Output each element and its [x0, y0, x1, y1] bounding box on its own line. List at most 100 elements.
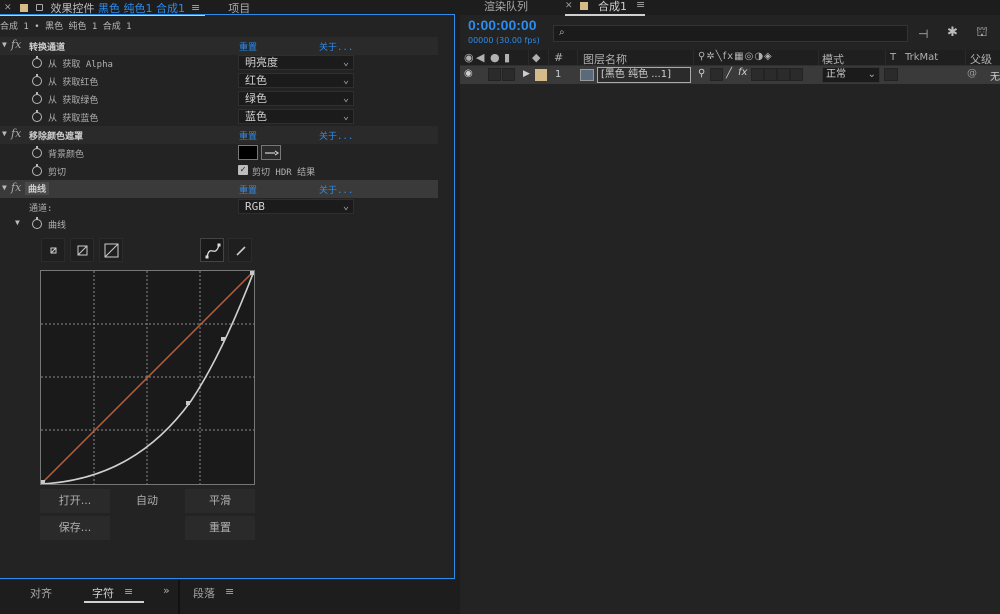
eyedropper-button[interactable] — [261, 145, 281, 160]
curves-graph-canvas[interactable] — [40, 270, 255, 485]
shy-layers-icon[interactable]: ⛫ — [976, 25, 988, 42]
parent-pickwhip-icon[interactable]: @ — [967, 68, 977, 79]
save-button[interactable]: 保存... — [40, 516, 110, 540]
curves-graph[interactable] — [40, 270, 255, 485]
stopwatch-icon[interactable] — [32, 74, 42, 86]
tab-character[interactable]: 字符 — [92, 585, 114, 601]
alpha-source-dropdown[interactable]: 明亮度 ⌄ — [238, 55, 354, 70]
tab-effect-controls[interactable]: ✕ 效果控件 黑色 纯色1 合成1 ≡ — [0, 0, 204, 15]
layer-row[interactable]: ◉ ▶ 1 [黑色 纯色 ...1] ⚲ ╱ fx 正常 ⌄ @ 无 — [460, 66, 1000, 84]
reset-curve-button[interactable]: 重置 — [185, 516, 255, 540]
panel-menu-icon[interactable]: ≡ — [124, 585, 133, 598]
stopwatch-icon[interactable] — [32, 164, 42, 176]
quality-icon[interactable]: ╱ — [726, 68, 732, 79]
shy-switch-icon[interactable]: ⚲ — [698, 68, 705, 79]
adjustment-switch[interactable] — [777, 68, 790, 81]
reset-link[interactable]: 重置 — [239, 40, 257, 53]
tab-composition[interactable]: 合成1 — [598, 0, 627, 14]
panel-menu-icon[interactable]: ≡ — [636, 0, 645, 11]
stopwatch-icon[interactable] — [32, 146, 42, 158]
motion-blur-switch[interactable] — [764, 68, 777, 81]
auto-button[interactable]: 自动 — [112, 489, 182, 513]
reset-link[interactable]: 重置 — [239, 183, 257, 196]
parent-value[interactable]: 无 — [990, 68, 1000, 83]
fx-icon[interactable]: fx — [11, 181, 21, 194]
panel-menu-icon[interactable]: ≡ — [225, 585, 234, 598]
eye-icon[interactable]: ◉ — [464, 68, 473, 79]
collapse-triangle-icon[interactable]: ▼ — [2, 183, 7, 192]
pencil-icon — [236, 246, 246, 256]
collapse-switch[interactable] — [710, 68, 723, 81]
graph-size-large-button[interactable] — [99, 238, 123, 262]
expand-arrows-icon[interactable]: » — [163, 584, 170, 597]
fx-icon[interactable]: fx — [11, 38, 21, 51]
property-label: 曲线 — [48, 221, 67, 231]
layer-name-field[interactable]: [黑色 纯色 ...1] — [597, 67, 691, 83]
collapse-triangle-icon[interactable]: ▼ — [2, 40, 7, 49]
layer-name-header[interactable]: 图层名称 — [583, 51, 627, 67]
reset-link[interactable]: 重置 — [239, 129, 257, 142]
tab-project[interactable]: 项目 — [224, 0, 254, 15]
clip-hdr-checkbox[interactable]: ✓ — [238, 165, 248, 175]
lock-icon[interactable] — [35, 4, 43, 11]
stopwatch-icon[interactable] — [32, 217, 42, 229]
about-link[interactable]: 关于... — [319, 129, 353, 142]
solo-icon[interactable]: ● — [490, 51, 500, 64]
red-source-dropdown[interactable]: 红色 ⌄ — [238, 73, 354, 88]
close-icon[interactable]: ✕ — [4, 3, 12, 13]
active-tab-underline — [0, 14, 205, 16]
graph-size-medium-button[interactable] — [70, 238, 94, 262]
lock-switch[interactable] — [502, 68, 515, 81]
channel-dropdown[interactable]: RGB ⌄ — [238, 199, 354, 214]
layer-label-color[interactable] — [535, 69, 547, 81]
collapse-triangle-icon[interactable]: ▼ — [2, 129, 7, 138]
curve-endpoint[interactable] — [41, 480, 45, 484]
draft-3d-icon[interactable]: ✱ — [947, 25, 958, 40]
video-visibility-icon[interactable]: ◉ — [464, 51, 474, 64]
close-icon[interactable]: ✕ — [565, 1, 573, 11]
about-link[interactable]: 关于... — [319, 183, 353, 196]
tab-paragraph[interactable]: 段落 — [193, 585, 215, 601]
green-source-dropdown[interactable]: 绿色 ⌄ — [238, 91, 354, 106]
layer-search-input[interactable]: ⌕ — [553, 25, 908, 42]
preserve-transparency-switch[interactable] — [884, 68, 898, 81]
label-tag-icon[interactable]: ◆ — [532, 51, 540, 64]
current-timecode[interactable]: 0:00:00:00 — [468, 17, 537, 33]
trkmat-header: TrkMat — [905, 52, 939, 63]
mode-header: 模式 — [822, 53, 844, 66]
curve-endpoint[interactable] — [250, 271, 254, 275]
tab-align[interactable]: 对齐 — [30, 585, 52, 601]
smooth-button[interactable]: 平滑 — [185, 489, 255, 513]
effect-header-curves[interactable]: ▼ fx 曲线 重置 关于... — [0, 180, 438, 198]
collapse-triangle-icon[interactable]: ▼ — [15, 218, 20, 227]
bezier-tool-button[interactable] — [200, 238, 224, 262]
property-row: 从 获取红色 红色 ⌄ — [0, 72, 438, 90]
background-color-swatch[interactable] — [238, 145, 258, 160]
frame-blend-switch[interactable] — [751, 68, 764, 81]
blend-mode-dropdown[interactable]: 正常 ⌄ — [822, 67, 880, 83]
effect-header-channel-convert[interactable]: ▼ fx 转换通道 重置 关于... — [0, 37, 438, 55]
expand-triangle-icon[interactable]: ▶ — [523, 69, 530, 79]
stopwatch-icon[interactable] — [32, 110, 42, 122]
stopwatch-icon[interactable] — [32, 92, 42, 104]
blue-source-dropdown[interactable]: 蓝色 ⌄ — [238, 109, 354, 124]
stopwatch-icon[interactable] — [32, 56, 42, 68]
graph-size-small-button[interactable] — [41, 238, 65, 262]
lock-icon[interactable]: ▮ — [504, 51, 510, 64]
comp-flowchart-icon[interactable]: ⊣ — [918, 27, 928, 41]
effect-header-remove-color-matting[interactable]: ▼ fx 移除颜色遮罩 重置 关于... — [0, 126, 438, 144]
curve-control-point[interactable] — [221, 337, 225, 341]
audio-icon[interactable]: ◀ — [476, 51, 484, 64]
3d-switch[interactable] — [790, 68, 803, 81]
panel-menu-icon[interactable]: ≡ — [191, 1, 200, 14]
fx-icon[interactable]: fx — [11, 127, 21, 140]
pencil-tool-button[interactable] — [228, 238, 252, 262]
curve-control-point[interactable] — [186, 401, 190, 405]
open-button[interactable]: 打开... — [40, 489, 110, 513]
property-row: 剪切 ✓ 剪切 HDR 结果 — [0, 162, 438, 180]
fx-icon[interactable]: fx — [738, 67, 747, 78]
small-square-icon — [50, 247, 57, 254]
solo-switch[interactable] — [488, 68, 501, 81]
tab-render-queue[interactable]: 渲染队列 — [484, 0, 528, 14]
about-link[interactable]: 关于... — [319, 40, 353, 53]
